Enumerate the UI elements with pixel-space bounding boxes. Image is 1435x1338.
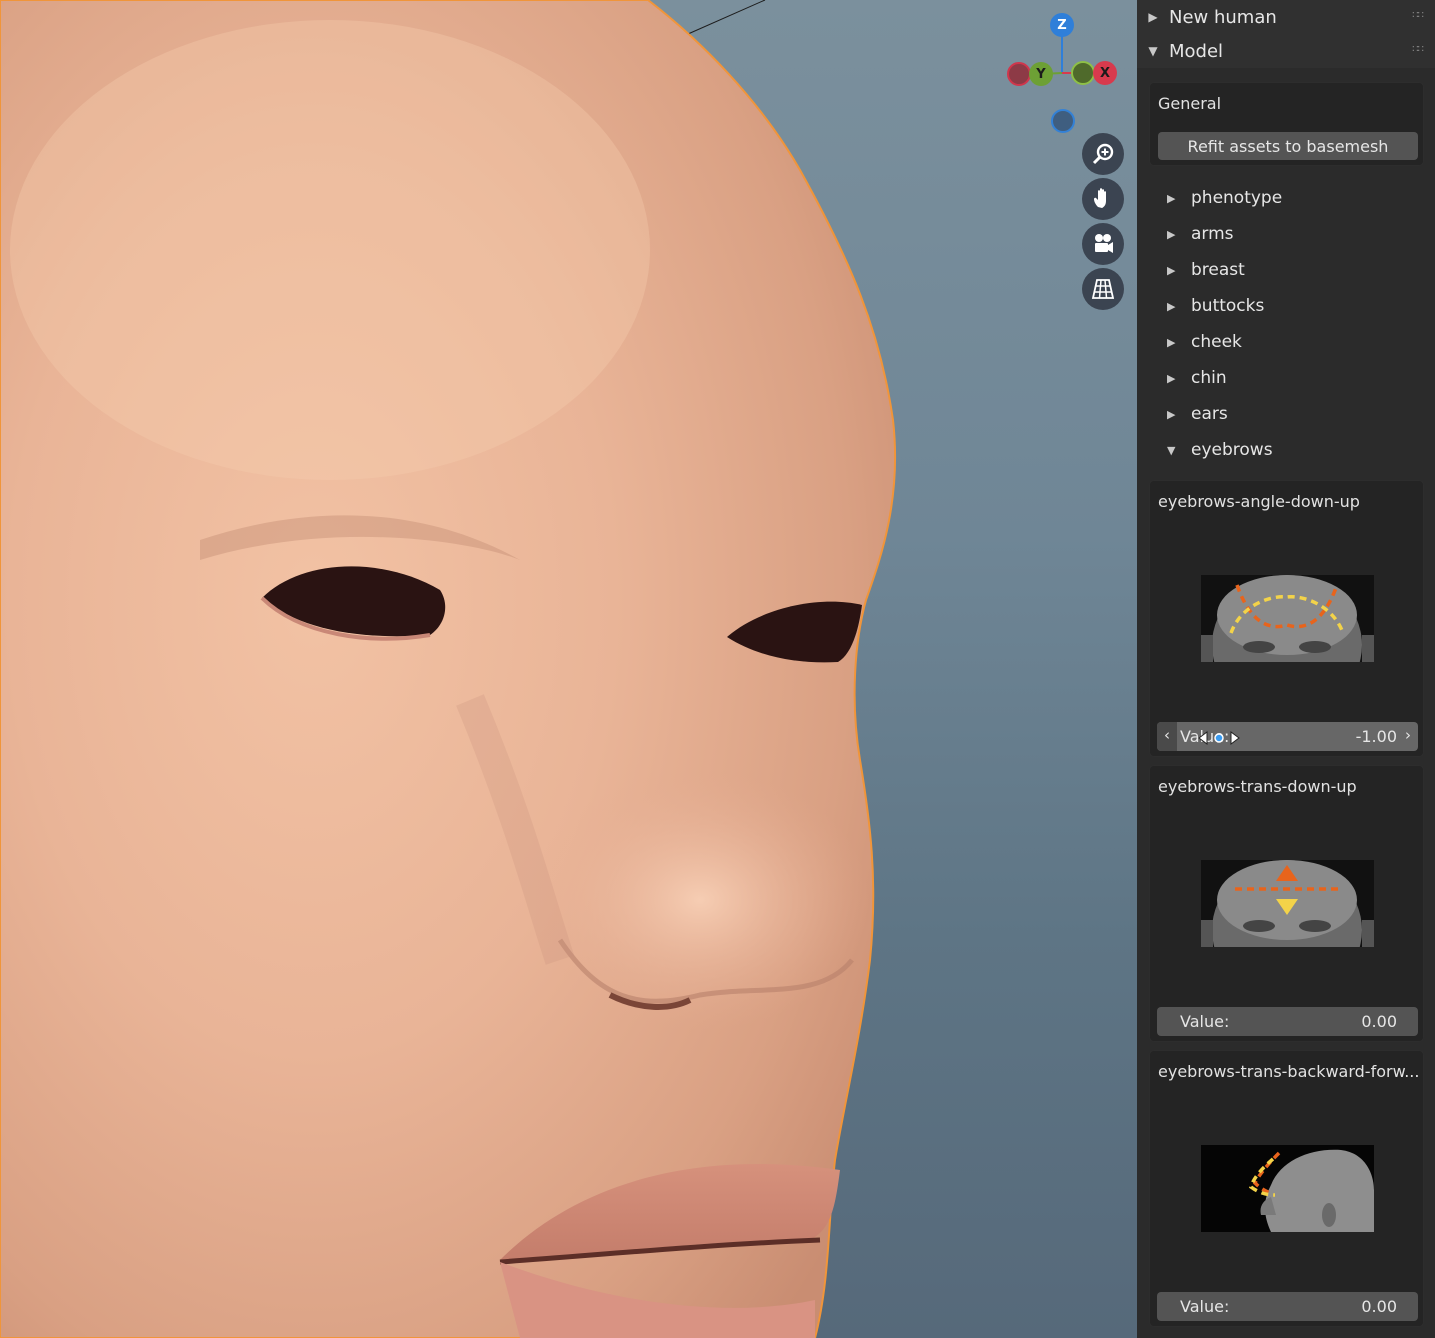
camera-icon xyxy=(1095,234,1113,253)
grid-perspective-icon xyxy=(1091,279,1115,299)
category-label: phenotype xyxy=(1191,188,1283,208)
drag-grip-icon[interactable]: ∷∷ xyxy=(1412,44,1424,55)
modifier-eyebrows-angle-down-up: eyebrows-angle-down-up ‹ Value: -1.00 › xyxy=(1149,480,1424,757)
slider-label: Value: xyxy=(1180,1297,1230,1316)
modifier-title: eyebrows-angle-down-up xyxy=(1158,492,1360,511)
axis-neg-x[interactable] xyxy=(1071,61,1095,85)
collapsed-triangle-icon: ▶ xyxy=(1148,10,1158,24)
axis-y[interactable]: Y xyxy=(1029,62,1053,86)
category-label: arms xyxy=(1191,224,1234,244)
modifier-value-slider[interactable]: Value: 0.00 xyxy=(1157,1007,1418,1036)
modifier-preview-image xyxy=(1201,575,1374,662)
collapsed-triangle-icon: ▶ xyxy=(1167,335,1176,349)
collapsed-triangle-icon: ▶ xyxy=(1167,191,1176,205)
general-box: General Refit assets to basemesh xyxy=(1149,82,1424,166)
modifier-value-slider[interactable]: ‹ Value: -1.00 › xyxy=(1157,722,1418,751)
camera-view-button[interactable] xyxy=(1082,223,1124,265)
collapsed-triangle-icon: ▶ xyxy=(1167,371,1176,385)
panel-label: New human xyxy=(1169,6,1277,28)
category-eyebrows[interactable]: ▼ eyebrows xyxy=(1167,436,1273,464)
category-ears[interactable]: ▶ ears xyxy=(1167,400,1228,428)
panel-label: Model xyxy=(1169,40,1224,62)
chevron-left-icon[interactable]: ‹ xyxy=(1158,726,1176,744)
zoom-button[interactable] xyxy=(1082,133,1124,175)
chevron-right-icon[interactable]: › xyxy=(1399,726,1417,744)
modifier-eyebrows-trans-down-up: eyebrows-trans-down-up Value: 0.00 xyxy=(1149,765,1424,1042)
category-buttocks[interactable]: ▶ buttocks xyxy=(1167,292,1264,320)
collapsed-triangle-icon: ▶ xyxy=(1167,407,1176,421)
axis-x[interactable]: X xyxy=(1093,61,1117,85)
panel-model[interactable]: ▼ Model ∷∷ xyxy=(1137,34,1435,68)
navigation-gizmo[interactable]: Y X Z xyxy=(1000,10,1125,135)
properties-sidebar: ▶ New human ∷∷ ▼ Model ∷∷ General Refit … xyxy=(1137,0,1435,1338)
slider-label: Value: xyxy=(1180,1012,1230,1031)
category-label: cheek xyxy=(1191,332,1242,352)
pan-button[interactable] xyxy=(1082,178,1124,220)
expanded-triangle-icon: ▼ xyxy=(1148,44,1158,58)
hand-pan-icon xyxy=(1094,188,1106,208)
axis-neg-y[interactable] xyxy=(1007,62,1031,86)
horizontal-drag-cursor-icon xyxy=(1198,731,1240,745)
modifier-preview-image xyxy=(1201,860,1374,947)
general-title: General xyxy=(1158,94,1222,113)
expanded-triangle-icon: ▼ xyxy=(1167,443,1176,457)
modifier-preview-image xyxy=(1201,1145,1374,1232)
modifier-value-slider[interactable]: Value: 0.00 xyxy=(1157,1292,1418,1321)
collapsed-triangle-icon: ▶ xyxy=(1167,227,1176,241)
category-label: eyebrows xyxy=(1191,440,1273,460)
category-label: ears xyxy=(1191,404,1228,424)
zoom-icon xyxy=(1092,143,1114,165)
category-phenotype[interactable]: ▶ phenotype xyxy=(1167,184,1282,212)
panel-new-human[interactable]: ▶ New human ∷∷ xyxy=(1137,0,1435,34)
3d-viewport[interactable]: Y X Z xyxy=(0,0,1137,1338)
slider-value: 0.00 xyxy=(1361,1297,1397,1316)
collapsed-triangle-icon: ▶ xyxy=(1167,299,1176,313)
category-label: chin xyxy=(1191,368,1227,388)
category-label: buttocks xyxy=(1191,296,1265,316)
category-arms[interactable]: ▶ arms xyxy=(1167,220,1234,248)
slider-value: 0.00 xyxy=(1361,1012,1397,1031)
modifier-title: eyebrows-trans-down-up xyxy=(1158,777,1357,796)
category-breast[interactable]: ▶ breast xyxy=(1167,256,1245,284)
axis-neg-z[interactable] xyxy=(1051,109,1075,133)
collapsed-triangle-icon: ▶ xyxy=(1167,263,1176,277)
drag-grip-icon[interactable]: ∷∷ xyxy=(1412,10,1424,21)
refit-assets-button[interactable]: Refit assets to basemesh xyxy=(1158,132,1418,160)
category-cheek[interactable]: ▶ cheek xyxy=(1167,328,1242,356)
perspective-toggle-button[interactable] xyxy=(1082,268,1124,310)
modifier-eyebrows-trans-backward-forward: eyebrows-trans-backward-forw... Value: 0… xyxy=(1149,1050,1424,1327)
modifier-title: eyebrows-trans-backward-forw... xyxy=(1158,1062,1420,1081)
face-render xyxy=(0,0,897,1338)
category-label: breast xyxy=(1191,260,1245,280)
category-chin[interactable]: ▶ chin xyxy=(1167,364,1227,392)
axis-z[interactable]: Z xyxy=(1050,13,1074,37)
slider-value: -1.00 xyxy=(1355,727,1397,746)
